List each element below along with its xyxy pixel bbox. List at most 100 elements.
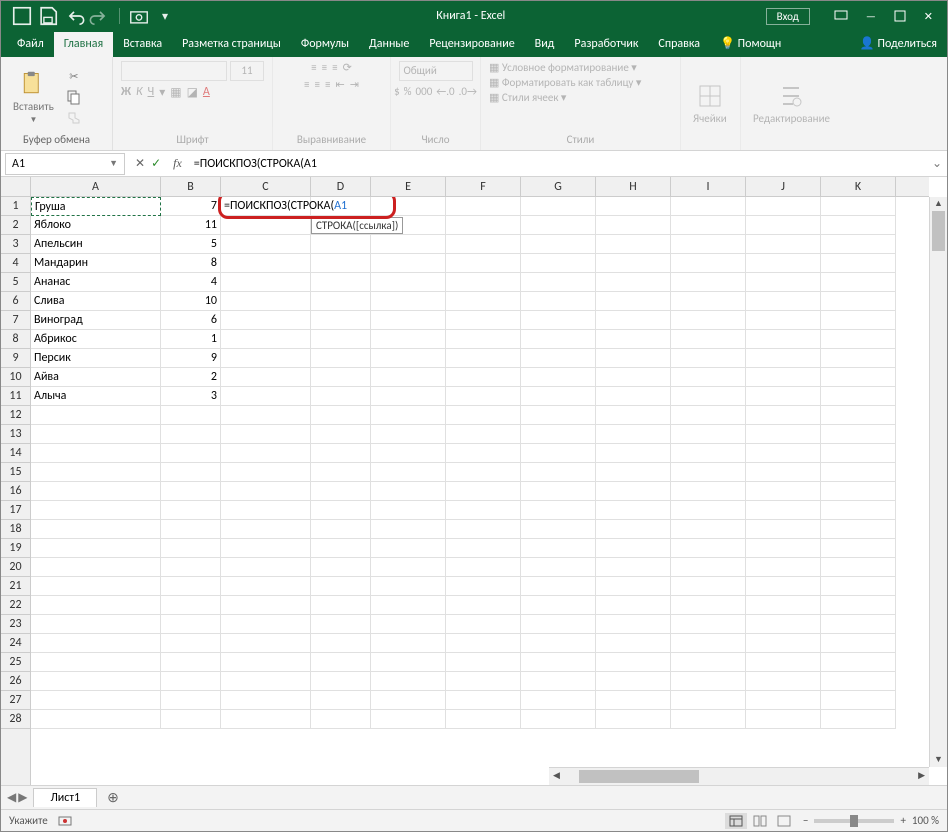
cell-C2[interactable] — [221, 216, 311, 235]
cell-J12[interactable] — [746, 406, 821, 425]
cell-K20[interactable] — [821, 558, 896, 577]
cell-I26[interactable] — [671, 672, 746, 691]
cell-G6[interactable] — [521, 292, 596, 311]
cell-B10[interactable]: 2 — [161, 368, 221, 387]
cell-F21[interactable] — [446, 577, 521, 596]
view-pagebreak-icon[interactable] — [773, 813, 795, 829]
cell-G14[interactable] — [521, 444, 596, 463]
cell-G5[interactable] — [521, 273, 596, 292]
row-header-25[interactable]: 25 — [1, 653, 30, 672]
col-header-G[interactable]: G — [521, 177, 596, 196]
cell-C11[interactable] — [221, 387, 311, 406]
select-all-corner[interactable] — [1, 177, 31, 197]
row-header-16[interactable]: 16 — [1, 482, 30, 501]
cell-C25[interactable] — [221, 653, 311, 672]
cell-C17[interactable] — [221, 501, 311, 520]
cell-H4[interactable] — [596, 254, 671, 273]
cell-F9[interactable] — [446, 349, 521, 368]
cell-F10[interactable] — [446, 368, 521, 387]
row-header-24[interactable]: 24 — [1, 634, 30, 653]
cell-H1[interactable] — [596, 197, 671, 216]
cells-button[interactable]: Ячейки — [689, 80, 731, 127]
cell-K7[interactable] — [821, 311, 896, 330]
cell-C16[interactable] — [221, 482, 311, 501]
cell-H18[interactable] — [596, 520, 671, 539]
tab-formulas[interactable]: Формулы — [291, 32, 359, 57]
cell-I17[interactable] — [671, 501, 746, 520]
cell-styles-button[interactable]: ▦ Стили ячеек ▾ — [489, 91, 566, 104]
cell-H20[interactable] — [596, 558, 671, 577]
cell-G4[interactable] — [521, 254, 596, 273]
cell-K5[interactable] — [821, 273, 896, 292]
save-icon[interactable] — [37, 5, 59, 27]
cell-G21[interactable] — [521, 577, 596, 596]
scroll-down-icon[interactable]: ▼ — [930, 753, 947, 767]
cell-C19[interactable] — [221, 539, 311, 558]
cell-C10[interactable] — [221, 368, 311, 387]
col-header-J[interactable]: J — [746, 177, 821, 196]
cell-K3[interactable] — [821, 235, 896, 254]
cell-I22[interactable] — [671, 596, 746, 615]
cell-C8[interactable] — [221, 330, 311, 349]
cell-K22[interactable] — [821, 596, 896, 615]
cell-G20[interactable] — [521, 558, 596, 577]
cell-I23[interactable] — [671, 615, 746, 634]
cell-D14[interactable] — [311, 444, 371, 463]
tab-tellme[interactable]: 💡 Помощн — [710, 31, 791, 57]
cell-F6[interactable] — [446, 292, 521, 311]
row-header-26[interactable]: 26 — [1, 672, 30, 691]
indent-right-icon[interactable]: ⇥ — [350, 78, 359, 91]
cell-A19[interactable] — [31, 539, 161, 558]
cell-J15[interactable] — [746, 463, 821, 482]
cell-D9[interactable] — [311, 349, 371, 368]
cell-K11[interactable] — [821, 387, 896, 406]
cell-F24[interactable] — [446, 634, 521, 653]
col-header-A[interactable]: A — [31, 177, 161, 196]
cell-H12[interactable] — [596, 406, 671, 425]
cell-K24[interactable] — [821, 634, 896, 653]
cell-H16[interactable] — [596, 482, 671, 501]
cell-D6[interactable] — [311, 292, 371, 311]
cell-D27[interactable] — [311, 691, 371, 710]
cell-F1[interactable] — [446, 197, 521, 216]
view-layout-icon[interactable] — [749, 813, 771, 829]
cell-D3[interactable] — [311, 235, 371, 254]
cell-E26[interactable] — [371, 672, 446, 691]
row-header-5[interactable]: 5 — [1, 273, 30, 292]
cell-F11[interactable] — [446, 387, 521, 406]
cell-H26[interactable] — [596, 672, 671, 691]
cell-I8[interactable] — [671, 330, 746, 349]
cell-I19[interactable] — [671, 539, 746, 558]
cell-F15[interactable] — [446, 463, 521, 482]
login-button[interactable]: Вход — [766, 8, 810, 25]
cell-K10[interactable] — [821, 368, 896, 387]
cell-H24[interactable] — [596, 634, 671, 653]
cell-D12[interactable] — [311, 406, 371, 425]
row-header-11[interactable]: 11 — [1, 387, 30, 406]
cell-F2[interactable] — [446, 216, 521, 235]
cell-J23[interactable] — [746, 615, 821, 634]
cell-H15[interactable] — [596, 463, 671, 482]
cell-H19[interactable] — [596, 539, 671, 558]
cell-H25[interactable] — [596, 653, 671, 672]
cell-H23[interactable] — [596, 615, 671, 634]
cell-I28[interactable] — [671, 710, 746, 729]
cell-D26[interactable] — [311, 672, 371, 691]
close-button[interactable]: ✕ — [916, 7, 941, 26]
underline-button[interactable]: Ч — [148, 85, 155, 100]
tab-view[interactable]: Вид — [525, 32, 565, 57]
cell-D21[interactable] — [311, 577, 371, 596]
namebox-dropdown-icon[interactable]: ▼ — [109, 158, 118, 169]
row-header-22[interactable]: 22 — [1, 596, 30, 615]
add-sheet-button[interactable]: ⊕ — [97, 789, 129, 806]
cell-F26[interactable] — [446, 672, 521, 691]
cell-D17[interactable] — [311, 501, 371, 520]
cell-B6[interactable]: 10 — [161, 292, 221, 311]
cell-B26[interactable] — [161, 672, 221, 691]
editing-button[interactable]: Редактирование — [749, 80, 834, 127]
cell-I14[interactable] — [671, 444, 746, 463]
cell-C26[interactable] — [221, 672, 311, 691]
font-name-select[interactable] — [121, 61, 227, 81]
undo-icon[interactable] — [63, 5, 85, 27]
cell-B16[interactable] — [161, 482, 221, 501]
